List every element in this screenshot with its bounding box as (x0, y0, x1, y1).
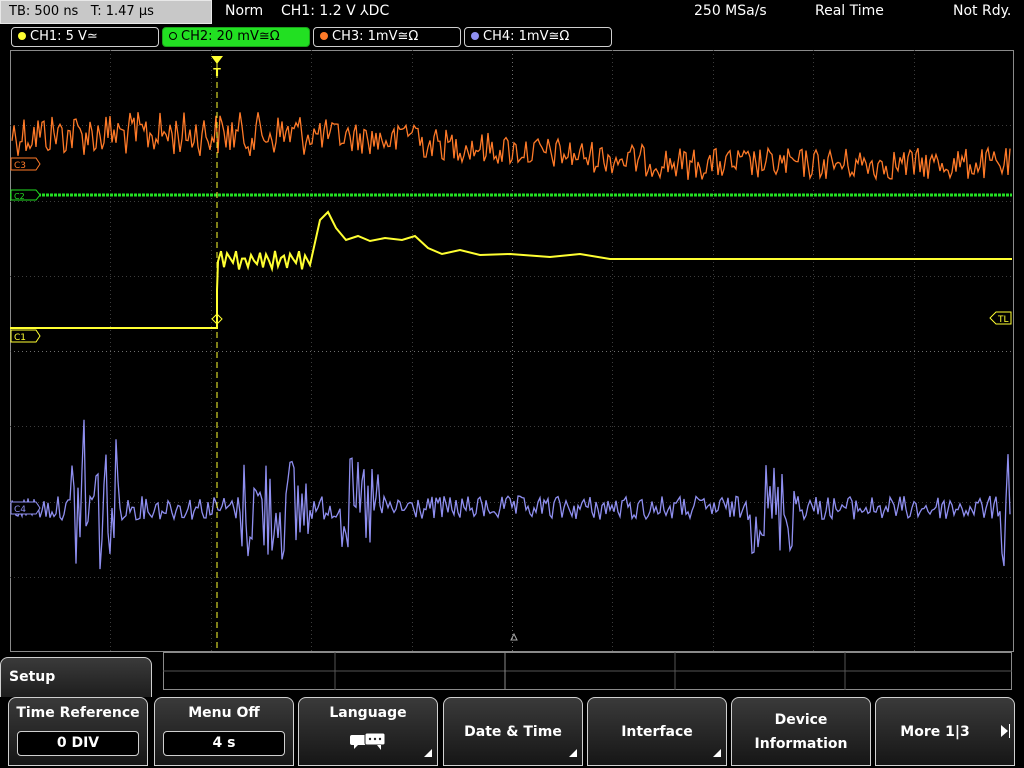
date-time-softkey[interactable]: Date & Time (443, 697, 583, 766)
sample-rate[interactable]: 250 MSa/s (694, 3, 767, 19)
more-softkey[interactable]: More 1|3 (875, 697, 1015, 766)
submenu-corner-icon (569, 749, 577, 757)
language-softkey[interactable]: Language (298, 697, 438, 766)
waveform-display[interactable]: T C3 C2 C1 C4 TL (10, 50, 1014, 652)
channel-tab-label: CH4: 1mV≅Ω (483, 29, 570, 44)
menu-title: Setup (0, 657, 152, 697)
channel-tab-ch1[interactable]: CH1: 5 V≃ (11, 27, 159, 47)
interface-softkey[interactable]: Interface (587, 697, 727, 766)
ch4-color-dot-icon (471, 32, 479, 40)
time-reference-softkey[interactable]: Time Reference 0 DIV (8, 697, 148, 766)
softkey-label-line2: Information (754, 736, 848, 752)
softkey-label: Time Reference (16, 705, 140, 721)
next-page-arrow-icon (1001, 725, 1008, 737)
channel-tab-ch2[interactable]: CH2: 20 mV≅Ω (162, 27, 310, 47)
channel-tab-label: CH2: 20 mV≅Ω (181, 29, 280, 44)
softkey-label: Date & Time (464, 724, 562, 740)
overview-bar[interactable] (163, 652, 1012, 690)
softkey-label: More 1|3 (900, 724, 970, 740)
trigger-mode[interactable]: Norm (225, 3, 263, 19)
acquisition-mode[interactable]: Real Time (815, 3, 884, 19)
ch3-color-dot-icon (320, 32, 328, 40)
menu-off-softkey[interactable]: Menu Off 4 s (154, 697, 294, 766)
ch3-marker-label: C3 (14, 161, 26, 171)
ch1-marker-label: C1 (14, 333, 26, 343)
submenu-corner-icon (424, 749, 432, 757)
channel-tab-label: CH1: 5 V≃ (30, 29, 98, 44)
ch1-offset-marker[interactable]: C1 (10, 329, 41, 343)
ch4-marker-label: C4 (14, 505, 26, 515)
trigger-state: Not Rdy. (953, 3, 1012, 19)
channel-tab-ch4[interactable]: CH4: 1mV≅Ω (464, 27, 612, 47)
next-page-bar-icon (1009, 724, 1010, 738)
timebase-readout[interactable]: TB: 500 ns T: 1.47 µs (0, 0, 212, 24)
softkey-label-line1: Device (774, 712, 828, 728)
ch2-offset-marker[interactable]: C2 (10, 189, 41, 201)
trigger-level-label: TL (997, 315, 1009, 325)
softkey-label: Interface (621, 724, 693, 740)
time-reference-value[interactable]: 0 DIV (17, 731, 139, 756)
ch2-marker-label: C2 (14, 192, 25, 201)
softkey-label: Menu Off (188, 705, 260, 721)
menu-off-value[interactable]: 4 s (163, 731, 285, 756)
ch3-offset-marker[interactable]: C3 (10, 157, 41, 171)
ch1-color-dot-icon (18, 32, 26, 40)
channel-tab-ch3[interactable]: CH3: 1mV≅Ω (313, 27, 461, 47)
channel-tab-label: CH3: 1mV≅Ω (332, 29, 419, 44)
submenu-corner-icon (713, 749, 721, 757)
trigger-info[interactable]: CH1: 1.2 V ⅄DC (281, 3, 389, 19)
device-information-softkey[interactable]: Device Information (731, 697, 871, 766)
status-bar: TB: 500 ns T: 1.47 µs Norm CH1: 1.2 V ⅄D… (0, 0, 1024, 26)
ch2-color-dot-icon (169, 32, 177, 40)
softkey-label: Language (329, 705, 407, 721)
speech-bubbles-icon (350, 732, 386, 750)
trigger-position-label: T (213, 66, 221, 79)
ch4-offset-marker[interactable]: C4 (10, 501, 41, 515)
